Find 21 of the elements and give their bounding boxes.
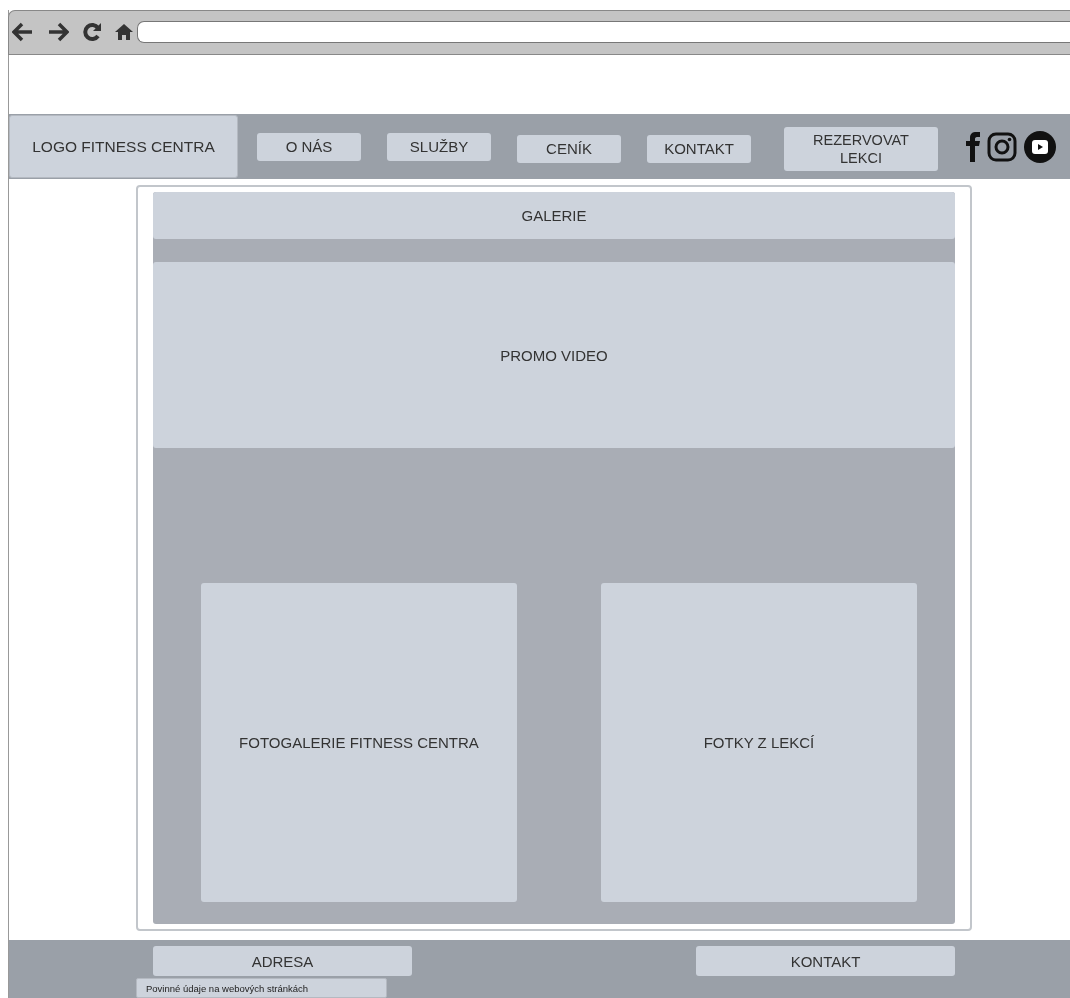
nav-link[interactable]: SLUŽBY <box>387 132 491 161</box>
reload-icon[interactable] <box>82 22 102 43</box>
nav-link[interactable]: KONTAKT <box>647 134 751 163</box>
back-arrow-icon[interactable] <box>12 22 34 43</box>
camera-icon[interactable] <box>987 131 1017 162</box>
social-f-icon[interactable] <box>966 131 980 162</box>
footer-link[interactable]: ADRESA <box>153 946 412 976</box>
nav-link[interactable]: O NÁS <box>257 132 361 161</box>
nav-link[interactable]: CENÍK <box>517 134 621 163</box>
photo-gallery-placeholder[interactable]: FOTKY Z LEKCÍ <box>601 583 917 902</box>
footer-link[interactable]: KONTAKT <box>696 946 955 976</box>
home-icon[interactable] <box>115 24 133 41</box>
address-bar[interactable] <box>137 21 1070 44</box>
photo-gallery-placeholder[interactable]: FOTOGALERIE FITNESS CENTRA <box>201 583 517 902</box>
play-icon[interactable] <box>1024 130 1056 163</box>
legal-note: Povinné údaje na webových stránkách <box>136 978 387 998</box>
section-title: GALERIE <box>153 192 955 239</box>
logo[interactable]: LOGO FITNESS CENTRA <box>9 115 238 179</box>
forward-arrow-icon[interactable] <box>47 22 69 43</box>
booking-button[interactable]: REZERVOVAT LEKCI <box>784 126 938 171</box>
video-placeholder[interactable]: PROMO VIDEO <box>153 262 955 448</box>
